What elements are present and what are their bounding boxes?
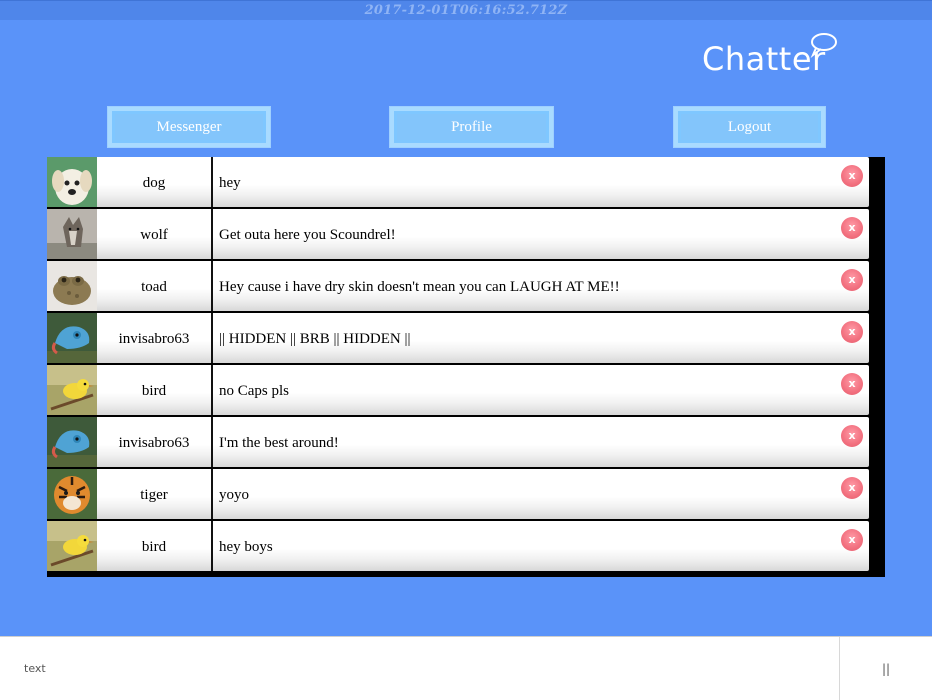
message-username: wolf — [140, 227, 168, 243]
timestamp: 2017-12-01T06:16:52.712Z — [364, 3, 568, 18]
message-row: invisabro63 I'm the best around! x — [47, 417, 869, 467]
scrollbar[interactable] — [869, 157, 885, 577]
logout-button[interactable]: Logout — [673, 106, 826, 148]
message-text: no Caps pls — [219, 383, 290, 399]
delete-message-button[interactable]: x — [841, 425, 863, 447]
message-username: bird — [141, 539, 167, 555]
delete-message-button[interactable]: x — [841, 529, 863, 551]
message-row: dog hey x — [47, 157, 869, 207]
message-list[interactable]: dog hey x wolf Get outa here you Scoundrel! x… — [47, 157, 885, 577]
delete-message-button[interactable]: x — [841, 217, 863, 239]
bird-avatar — [47, 365, 97, 415]
message-input[interactable] — [0, 637, 839, 700]
message-row: invisabro63 || HIDDEN || BRB || HIDDEN ||… — [47, 313, 869, 363]
message-text: yoyo — [219, 487, 249, 503]
messenger-button[interactable]: Messenger — [107, 106, 271, 148]
message-row: bird hey boys x — [47, 521, 869, 571]
delete-message-button[interactable]: x — [841, 373, 863, 395]
message-username: toad — [141, 279, 167, 295]
timestamp-bar: 2017-12-01T06:16:52.712Z — [0, 0, 932, 20]
message-row: bird no Caps pls x — [47, 365, 869, 415]
message-username: invisabro63 — [118, 435, 190, 451]
delete-message-button[interactable]: x — [841, 269, 863, 291]
delete-message-button[interactable]: x — [841, 165, 863, 187]
message-username: tiger — [140, 487, 168, 503]
chameleon-avatar — [47, 313, 97, 363]
message-text: || HIDDEN || BRB || HIDDEN || — [219, 331, 411, 347]
message-text: hey boys — [219, 539, 273, 555]
delete-message-button[interactable]: x — [841, 477, 863, 499]
message-row: toad Hey cause i have dry skin doesn't me… — [47, 261, 869, 311]
send-button[interactable]: || — [840, 637, 932, 700]
message-text: Hey cause i have dry skin doesn't mean y… — [219, 279, 620, 295]
delete-message-button[interactable]: x — [841, 321, 863, 343]
tiger-avatar — [47, 469, 97, 519]
bird-avatar — [47, 521, 97, 571]
dog-avatar — [47, 157, 97, 207]
profile-button[interactable]: Profile — [389, 106, 554, 148]
wolf-avatar — [47, 209, 97, 259]
message-text: hey — [219, 175, 241, 191]
message-username: dog — [142, 175, 166, 191]
chameleon-avatar — [47, 417, 97, 467]
composer: || — [0, 636, 932, 700]
message-username: invisabro63 — [118, 331, 190, 347]
speech-bubble-icon — [810, 33, 837, 58]
message-text: I'm the best around! — [219, 435, 339, 451]
message-row: tiger yoyo x — [47, 469, 869, 519]
message-username: bird — [141, 383, 167, 399]
message-text: Get outa here you Scoundrel! — [219, 227, 396, 243]
message-row: wolf Get outa here you Scoundrel! x — [47, 209, 869, 259]
toad-avatar — [47, 261, 97, 311]
